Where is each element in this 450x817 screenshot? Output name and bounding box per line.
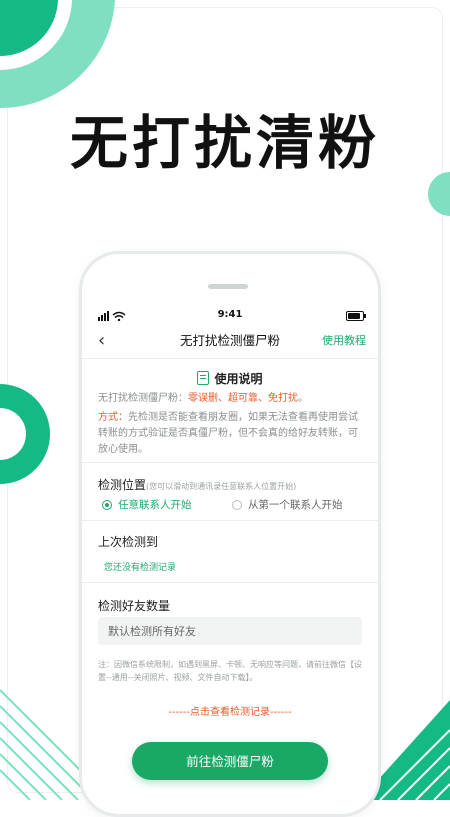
- status-bar: 9:41: [82, 309, 378, 323]
- method-label: 方式：: [98, 412, 128, 423]
- detect-position-hint: (您可以滑动到通讯录任意联系人位置开始): [146, 482, 297, 491]
- divider: [82, 520, 378, 521]
- start-detect-button[interactable]: 前往检测僵尸粉: [132, 742, 328, 780]
- detect-position-label-text: 检测位置: [98, 478, 147, 492]
- divider: [82, 358, 378, 359]
- radio-first-contact[interactable]: 从第一个联系人开始: [232, 497, 343, 512]
- divider: [82, 582, 378, 583]
- last-detect-value: 您还没有检测记录: [104, 563, 177, 573]
- friend-count-label: 检测好友数量: [98, 599, 171, 613]
- decorative-ring-top-left: [0, 0, 115, 109]
- method-text: 先检测是否能查看朋友圈，如果无法查看再使用尝试转账的方式验证是否真僵尸粉，但不会…: [98, 412, 358, 455]
- decorative-ring-left: [0, 384, 50, 484]
- divider: [82, 462, 378, 463]
- system-note: 注：因微信系统限制，如遇到黑屏、卡顿、无响应等问题，请前往微信【设置--通用--…: [98, 660, 362, 682]
- line1-highlight: 零误删、超可靠、免打扰: [188, 393, 298, 404]
- radio-any-contact[interactable]: 任意联系人开始: [102, 497, 192, 512]
- phone-mockup: 9:41 ‹ 无打扰检测僵尸粉 使用教程 使用说明 无打扰检测僵尸粉：零误删、超…: [79, 251, 381, 817]
- phone-speaker: [208, 284, 248, 289]
- friend-count-input[interactable]: [98, 617, 362, 645]
- detect-position-label: 检测位置(您可以滑动到通讯录任意联系人位置开始): [98, 476, 296, 493]
- line1-suffix: 。: [298, 393, 308, 404]
- battery-icon: [346, 311, 366, 321]
- instructions-title-text: 使用说明: [214, 372, 263, 386]
- last-detect-label: 上次检测到: [98, 535, 159, 549]
- instructions-title: 使用说明: [82, 370, 378, 387]
- radio-any-contact-label: 任意联系人开始: [118, 499, 192, 511]
- view-records-link[interactable]: ------点击查看检测记录------: [82, 703, 378, 718]
- detect-position-options: 任意联系人开始 从第一个联系人开始: [98, 497, 368, 513]
- radio-selected-icon: [102, 499, 112, 510]
- instructions-method: 方式：先检测是否能查看朋友圈，如果无法查看再使用尝试转账的方式验证是否真僵尸粉，…: [98, 410, 364, 458]
- headline: 无打扰清粉: [69, 109, 380, 177]
- radio-first-contact-label: 从第一个联系人开始: [248, 499, 343, 511]
- radio-unselected-icon: [232, 499, 242, 510]
- help-link[interactable]: 使用教程: [322, 330, 366, 352]
- status-time: 9:41: [217, 309, 243, 320]
- instructions-line1: 无打扰检测僵尸粉：零误删、超可靠、免打扰。: [98, 391, 364, 407]
- line1-prefix: 无打扰检测僵尸粉：: [98, 393, 188, 404]
- document-icon: [197, 371, 210, 385]
- nav-bar: ‹ 无打扰检测僵尸粉 使用教程: [82, 330, 378, 354]
